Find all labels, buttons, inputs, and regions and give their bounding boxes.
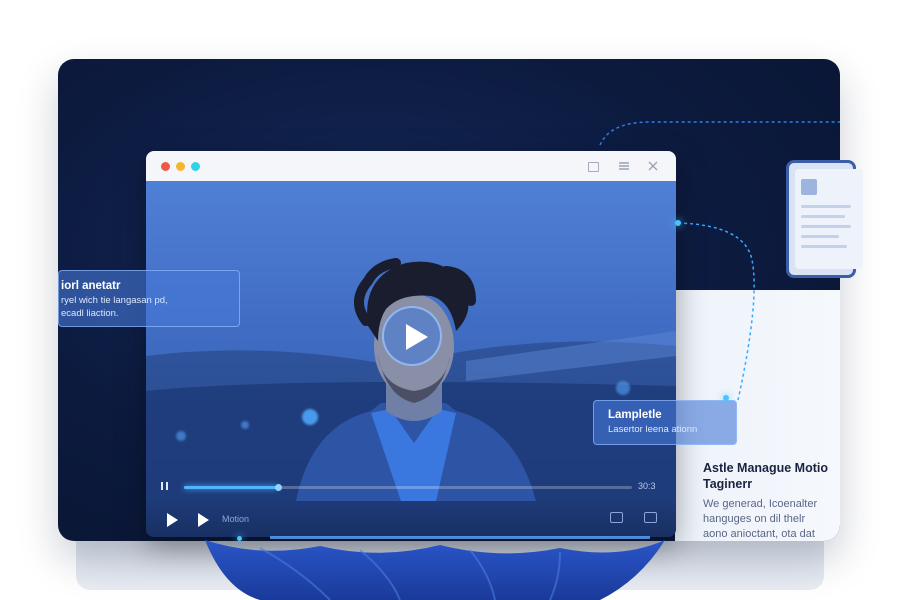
callout-left-title: iorl anetatr bbox=[61, 280, 121, 292]
callout-right-text: Lasertor leena ationn bbox=[608, 424, 698, 435]
callout-left-text: ryel wich tie langasan pd, ecadl liactio… bbox=[61, 295, 168, 319]
connector-node bbox=[675, 220, 681, 226]
callout-right-title: Lampletle bbox=[608, 409, 662, 421]
callout-right: Lampletle Lasertor leena ationn bbox=[593, 400, 737, 445]
connector-node bbox=[237, 536, 242, 541]
bottom-glow bbox=[270, 536, 650, 539]
connector-node bbox=[723, 395, 729, 401]
callout-left: iorl anetatr ryel wich tie langasan pd, … bbox=[58, 270, 240, 327]
